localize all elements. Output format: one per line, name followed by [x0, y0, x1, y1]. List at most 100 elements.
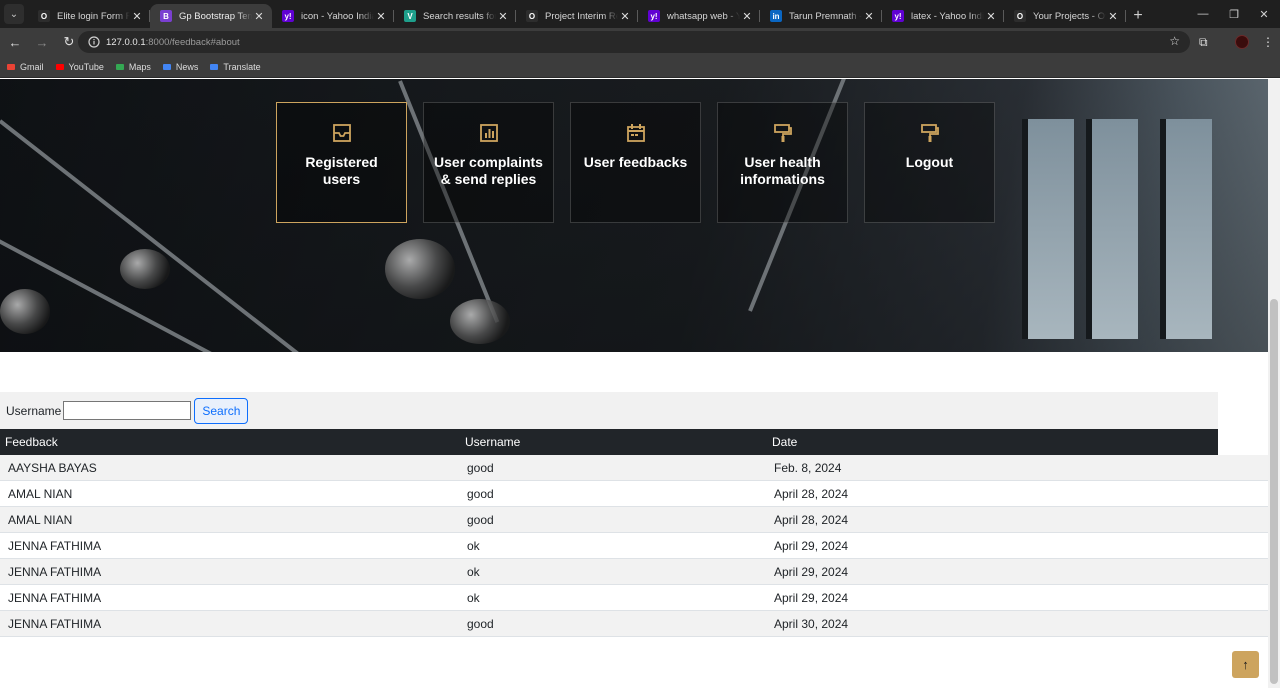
bookmark-gmail[interactable]: Gmail [6, 62, 44, 72]
feedback-cell: JENNA FATHIMA [8, 565, 102, 579]
page-viewport: Registered users User complaints & send r… [0, 79, 1268, 688]
tab-close-icon[interactable]: ✕ [496, 10, 510, 23]
profile-avatar[interactable] [1235, 28, 1249, 56]
bookmark-label: Translate [223, 61, 261, 72]
bookmark-label: YouTube [68, 61, 104, 72]
table-header: Feedback Username Date [0, 429, 1218, 455]
browser-tab[interactable]: y! whatsapp web - Yaho✕ [638, 4, 760, 28]
tab-close-icon[interactable]: ✕ [984, 10, 998, 23]
browser-tab[interactable]: O Elite login Form Resp✕ [28, 4, 150, 28]
tab-title: latex - Yahoo India Se [911, 10, 984, 22]
table-row: JENNA FATHIMA ok April 29, 2024 [0, 559, 1268, 585]
username-cell: good [467, 617, 494, 631]
tab-favicon-icon: V [404, 10, 416, 22]
nav-card-user-health-informations[interactable]: User health informations [717, 102, 848, 223]
back-icon[interactable]: ← [3, 30, 27, 54]
feedback-cell: AAYSHA BAYAS [8, 461, 97, 475]
youtube-icon [55, 62, 65, 72]
nav-card-label: User feedbacks [583, 154, 688, 170]
news-icon [162, 62, 172, 72]
tab-favicon-icon: O [38, 10, 50, 22]
tab-search-chevron-icon[interactable]: ⌄ [4, 4, 24, 24]
minimize-icon[interactable]: — [1188, 0, 1218, 28]
nav-card-user-feedbacks[interactable]: User feedbacks [570, 102, 701, 223]
restore-icon[interactable]: ❐ [1219, 0, 1249, 28]
hero-section: Registered users User complaints & send r… [0, 79, 1268, 352]
search-form: Username Search [0, 392, 1218, 429]
feedback-cell: AMAL NIAN [8, 487, 73, 501]
window-pane [1086, 119, 1138, 339]
address-bar[interactable]: 127.0.0.1:8000/feedback#about ☆ [78, 31, 1190, 53]
ceiling-beam [0, 229, 352, 352]
bookmark-maps[interactable]: Maps [115, 62, 151, 72]
browser-tab[interactable]: y! icon - Yahoo India Se✕ [272, 4, 394, 28]
bookmark-youtube[interactable]: YouTube [55, 62, 104, 72]
username-cell: good [467, 513, 494, 527]
bookmark-news[interactable]: News [162, 61, 199, 72]
inbox-icon [332, 123, 352, 154]
username-cell: good [467, 461, 494, 475]
url-path: :8000/feedback#about [145, 36, 240, 48]
page-scrollbar[interactable] [1268, 79, 1280, 688]
username-search-input[interactable] [63, 401, 192, 420]
browser-tab[interactable]: O Your Projects - Overle✕ [1004, 4, 1126, 28]
feedback-cell: JENNA FATHIMA [8, 539, 102, 553]
gmail-icon [6, 62, 16, 72]
tab-close-icon[interactable]: ✕ [130, 10, 144, 23]
date-cell: April 29, 2024 [774, 565, 849, 579]
tab-strip: OElite login Form Resp✕BGp Bootstrap Tem… [28, 4, 1126, 28]
search-button[interactable]: Search [194, 397, 249, 424]
browser-tab[interactable]: O Project Interim Repor✕ [516, 4, 638, 28]
nav-card-logout[interactable]: Logout [864, 102, 995, 223]
nav-card-label: Registered users [305, 154, 378, 187]
browser-tab[interactable]: V Search results for Ca✕ [394, 4, 516, 28]
nav-card-label: User complaints & send replies [434, 154, 543, 187]
date-cell: April 29, 2024 [774, 591, 849, 605]
nav-card-user-complaints-send-replies[interactable]: User complaints & send replies [423, 102, 554, 223]
site-info-icon[interactable] [88, 36, 100, 48]
bookmark-label: Maps [128, 61, 151, 72]
date-cell: Feb. 8, 2024 [774, 461, 842, 475]
url-text[interactable]: 127.0.0.1:8000/feedback#about [106, 37, 240, 48]
tab-close-icon[interactable]: ✕ [740, 10, 754, 23]
tab-close-icon[interactable]: ✕ [618, 10, 632, 23]
table-row: AMAL NIAN good April 28, 2024 [0, 507, 1268, 533]
tab-close-icon[interactable]: ✕ [374, 10, 388, 23]
browser-tab[interactable]: B Gp Bootstrap Templat✕ [150, 4, 272, 28]
chart-icon [479, 123, 499, 154]
feedback-cell: AMAL NIAN [8, 513, 73, 527]
forward-icon[interactable]: → [30, 30, 54, 54]
tab-close-icon[interactable]: ✕ [1106, 10, 1120, 23]
date-cell: April 29, 2024 [774, 539, 849, 553]
pendant-lamp [450, 299, 510, 344]
bookmark-label: Gmail [20, 61, 44, 72]
tab-close-icon[interactable]: ✕ [252, 10, 266, 23]
arrow-up-icon: ↑ [1242, 657, 1249, 672]
nav-card-registered-users[interactable]: Registered users [276, 102, 407, 223]
bookmark-star-icon[interactable]: ☆ [1169, 34, 1180, 48]
tab-title: icon - Yahoo India Se [301, 10, 374, 22]
tab-title: Project Interim Repor [545, 10, 618, 22]
back-to-top-button[interactable]: ↑ [1232, 651, 1259, 678]
username-label: Username [6, 403, 62, 418]
extensions-icon[interactable]: ⧉ [1199, 28, 1208, 56]
new-tab-button[interactable]: + [1126, 4, 1150, 28]
date-cell: April 30, 2024 [774, 617, 849, 631]
bookmark-translate[interactable]: Translate [209, 61, 261, 72]
tab-close-icon[interactable]: ✕ [862, 10, 876, 23]
browser-tab[interactable]: in Tarun Premnath - Ch✕ [760, 4, 882, 28]
bookmark-label: News [175, 61, 199, 72]
scrollbar-thumb[interactable] [1270, 299, 1278, 684]
close-window-icon[interactable]: ✕ [1249, 0, 1279, 28]
tab-favicon-icon: y! [892, 10, 904, 22]
browser-tab[interactable]: y! latex - Yahoo India Se✕ [882, 4, 1004, 28]
tab-title: whatsapp web - Yaho [667, 10, 740, 22]
calendar-icon [626, 123, 646, 154]
paint-roller-icon [920, 123, 940, 154]
username-cell: ok [467, 591, 480, 605]
browser-menu-icon[interactable]: ⋮ [1262, 28, 1274, 56]
tab-favicon-icon: B [160, 10, 172, 22]
table-row: AMAL NIAN good April 28, 2024 [0, 481, 1268, 507]
username-cell: ok [467, 539, 480, 553]
translate-icon [209, 62, 219, 72]
